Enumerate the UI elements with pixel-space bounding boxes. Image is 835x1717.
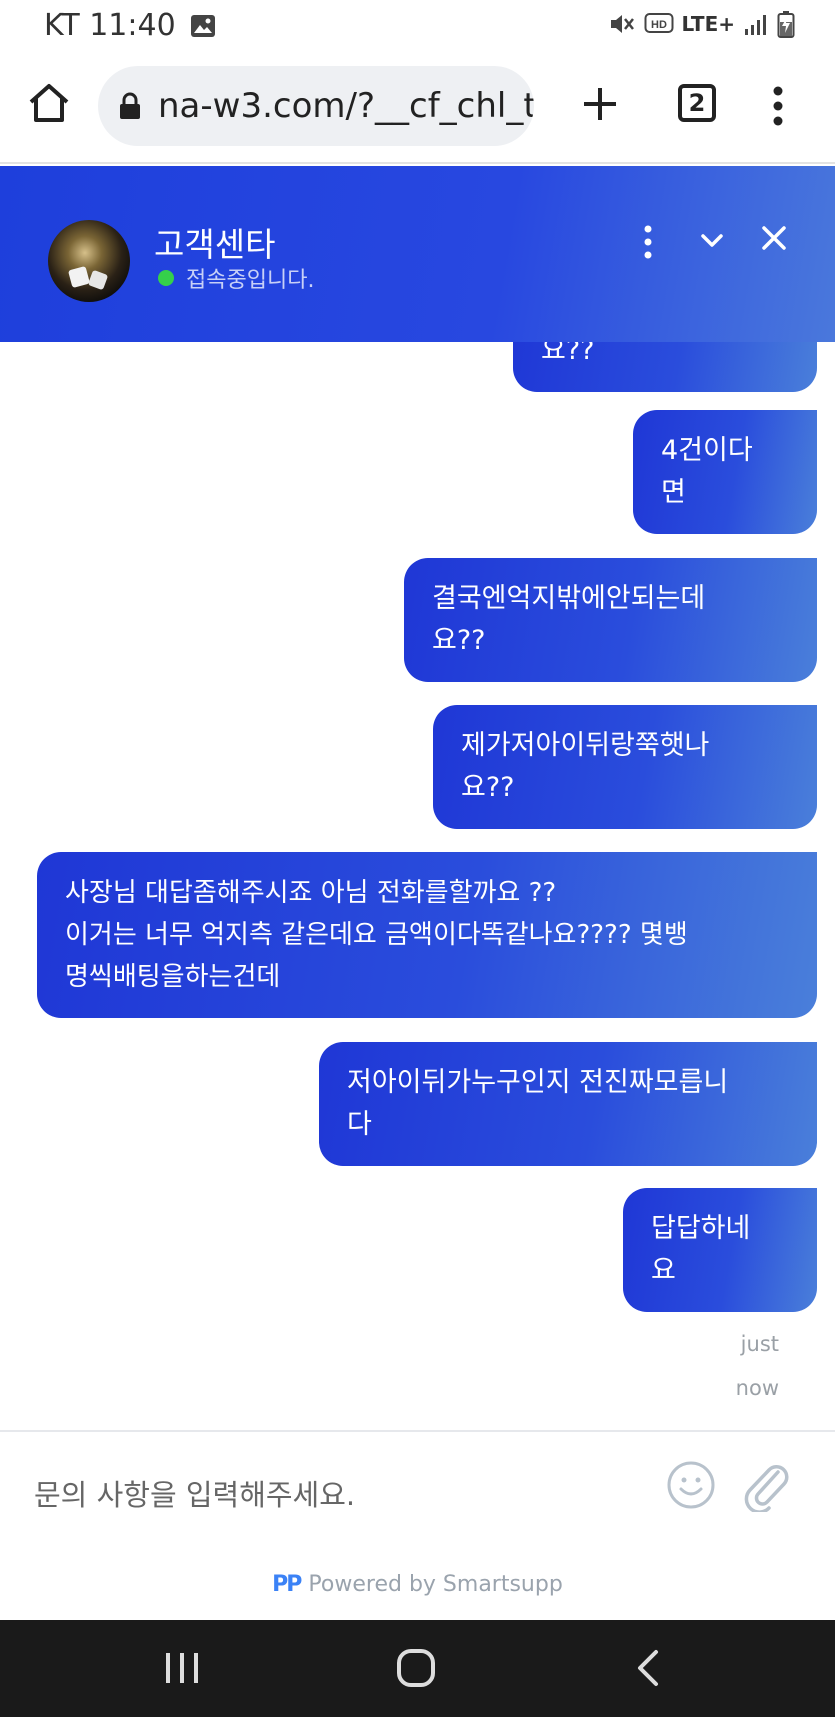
url-text: na-w3.com/?__cf_chl_t	[158, 86, 534, 126]
message-text: 요??	[541, 342, 595, 366]
message-line: 요??	[432, 625, 486, 656]
tab-count: 2	[688, 89, 706, 117]
more-menu-icon[interactable]	[770, 86, 786, 126]
carrier-time: KT 11:40	[44, 8, 176, 43]
message-timestamp: just now	[736, 1322, 779, 1410]
timestamp-line: just	[740, 1332, 779, 1356]
message-input[interactable]: 문의 사항을 입력해주세요.	[34, 1472, 355, 1514]
message-composer: 문의 사항을 입력해주세요. PP Powered by Smartsupp	[0, 1430, 835, 1620]
address-bar[interactable]: na-w3.com/?__cf_chl_t	[98, 66, 534, 146]
message-line: 이거는 너무 억지측 같은데요 금액이다똑같나요???? 몇뱅	[65, 920, 688, 950]
message-list[interactable]: 요?? 4건이다 면 결국엔억지밖에안되는데 요?? 제가저아이뒤랑쭉햇나 요?…	[0, 342, 835, 1430]
system-navigation-bar	[0, 1620, 835, 1717]
message-bubble: 저아이뒤가누구인지 전진짜모릅니 다	[319, 1042, 817, 1166]
browser-toolbar: na-w3.com/?__cf_chl_t 2	[0, 56, 835, 164]
message-line: 사장님 대답좀해주시죠 아님 전화를할까요 ??	[65, 878, 557, 908]
message-line: 제가저아이뒤랑쭉햇나	[461, 730, 710, 761]
back-icon[interactable]	[634, 1648, 662, 1688]
chat-title: 고객센타	[154, 225, 276, 264]
agent-avatar	[48, 220, 130, 302]
powered-by: PP Powered by Smartsupp	[0, 1572, 835, 1597]
battery-charging-icon	[777, 11, 795, 38]
message-bubble: 제가저아이뒤랑쭉햇나 요??	[433, 705, 817, 829]
home-nav-icon[interactable]	[396, 1648, 436, 1688]
message-line: 다	[347, 1109, 372, 1140]
agent-status: 접속중입니다.	[158, 262, 314, 294]
signal-icon	[745, 15, 766, 35]
svg-text:HD: HD	[651, 19, 667, 31]
chat-header: 고객센타 접속중입니다.	[0, 166, 835, 342]
message-line: 면	[661, 477, 686, 508]
network-type: LTE+	[681, 12, 736, 36]
powered-by-text[interactable]: Powered by Smartsupp	[308, 1572, 562, 1597]
avatar-dice	[67, 265, 91, 289]
message-line: 답답하네	[651, 1213, 751, 1244]
attachment-icon[interactable]	[740, 1458, 790, 1512]
emoji-icon[interactable]	[666, 1460, 716, 1510]
message-bubble: 결국엔억지밖에안되는데 요??	[404, 558, 817, 682]
message-line: 요	[651, 1255, 676, 1286]
mute-icon	[610, 15, 634, 33]
status-bar: KT 11:40 HD LTE+	[0, 0, 835, 52]
online-indicator	[158, 270, 174, 286]
home-icon[interactable]	[26, 80, 72, 126]
tab-switcher-button[interactable]: 2	[678, 84, 716, 122]
message-line: 결국엔억지밖에안되는데	[432, 583, 706, 614]
timestamp-line: now	[735, 1376, 779, 1400]
avatar-dice	[87, 269, 109, 291]
hd-voice-icon: HD	[644, 13, 673, 33]
message-line: 저아이뒤가누구인지 전진짜모릅니	[347, 1067, 729, 1098]
message-line: 4건이다	[661, 435, 753, 466]
lock-icon	[120, 92, 140, 119]
message-bubble: 답답하네 요	[623, 1188, 817, 1312]
recent-apps-icon[interactable]	[162, 1650, 202, 1686]
message-bubble: 사장님 대답좀해주시죠 아님 전화를할까요 ?? 이거는 너무 억지측 같은데요…	[37, 852, 817, 1018]
new-tab-icon[interactable]	[578, 82, 622, 126]
image-notification-icon	[190, 14, 215, 37]
chat-options-icon[interactable]	[640, 224, 656, 260]
message-line: 명씩배팅을하는건데	[65, 962, 281, 992]
agent-status-text: 접속중입니다.	[186, 268, 315, 293]
close-chat-icon[interactable]	[760, 224, 788, 252]
minimize-chevron-icon[interactable]	[698, 226, 726, 254]
message-bubble: 요??	[513, 342, 817, 392]
message-line: 요??	[461, 772, 515, 803]
smartsupp-logo-icon: PP	[272, 1572, 302, 1597]
message-bubble: 4건이다 면	[633, 410, 817, 534]
